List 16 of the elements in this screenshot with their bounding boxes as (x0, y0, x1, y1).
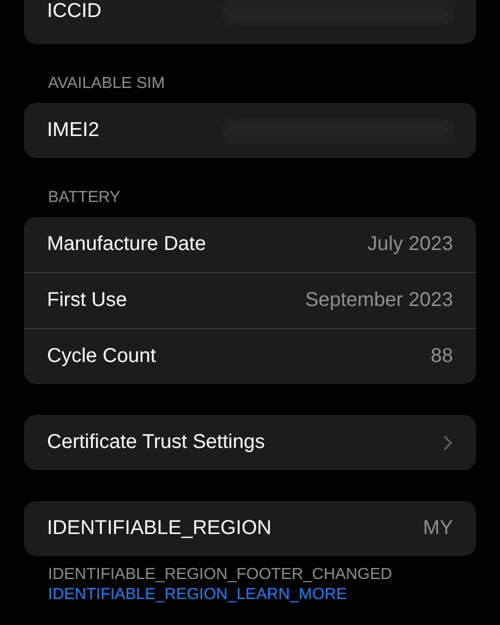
row-value: MY (423, 517, 453, 540)
row-label: IDENTIFIABLE_REGION (47, 517, 272, 540)
row-label: Manufacture Date (47, 233, 207, 256)
row-value: 88 (430, 345, 453, 368)
chevron-icon (443, 434, 453, 450)
row-label[interactable]: Certificate Trust Settings (47, 431, 443, 454)
row-value: July 2023 (367, 233, 453, 256)
row-label: IMEI2 (47, 119, 100, 142)
section-footer: IDENTIFIABLE_REGION_FOOTER_CHANGED (24, 556, 476, 584)
section-header: BATTERY (47, 189, 122, 208)
learn-more-link[interactable]: IDENTIFIABLE_REGION_LEARN_MORE (24, 584, 371, 604)
row-label: ICCID (47, 0, 102, 23)
row-label: Cycle Count (47, 345, 157, 368)
section-header: AVAILABLE SIM (47, 75, 166, 94)
row-value: September 2023 (305, 289, 453, 312)
row-label: First Use (47, 289, 128, 312)
